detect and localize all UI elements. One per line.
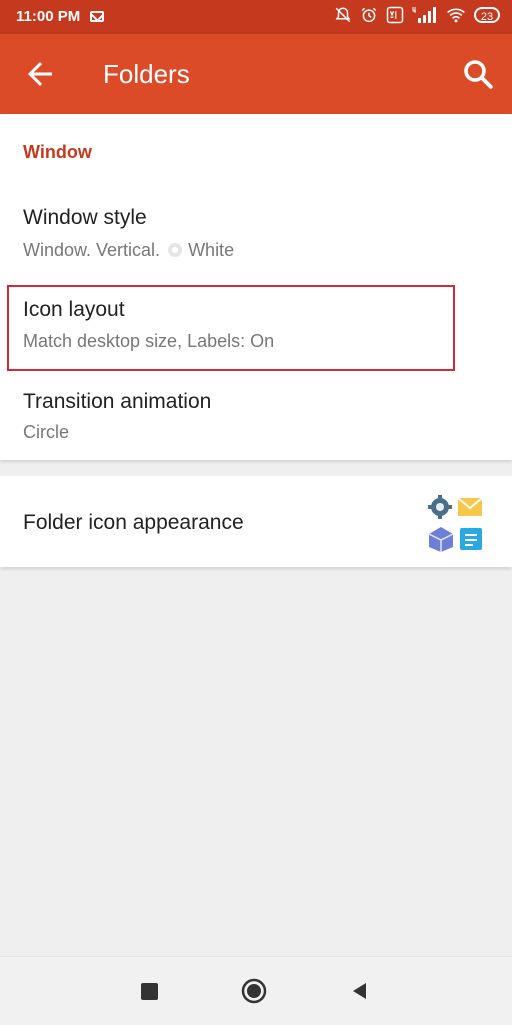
mail-icon [90, 11, 105, 22]
status-right: 23 [334, 6, 500, 24]
battery-icon: 23 [474, 7, 500, 23]
folder-preview-icon [428, 495, 483, 552]
pref-title: Icon layout [23, 298, 125, 321]
home-icon[interactable] [241, 978, 267, 1004]
window-settings-card: Window Window style Window. Vertical. Whi… [0, 114, 512, 460]
back-icon[interactable] [350, 981, 370, 1001]
search-icon[interactable] [460, 56, 496, 92]
pref-summary: Circle [23, 422, 70, 442]
pref-summary: Match desktop size, Labels: On [23, 331, 275, 351]
pref-transition-animation[interactable]: Transition animation Circle [0, 376, 512, 456]
volte-icon [386, 6, 404, 24]
box-app-icon [428, 527, 454, 552]
pref-title: Folder icon appearance [23, 511, 244, 534]
page-title: Folders [103, 59, 190, 89]
pref-icon-layout[interactable]: Icon layout Match desktop size, Labels: … [0, 286, 512, 372]
mail-app-icon [457, 497, 483, 516]
mute-icon [335, 7, 351, 23]
pref-title: Transition animation [23, 390, 212, 413]
settings-gear-icon [428, 495, 452, 519]
color-swatch-icon [168, 243, 183, 257]
system-nav-bar [0, 956, 512, 1025]
arrow-back-icon[interactable] [22, 56, 58, 92]
status-time: 11:00 PM [16, 8, 81, 25]
status-bar: 11:00 PM 23 [0, 0, 512, 34]
folder-icon-appearance-card[interactable]: Folder icon appearance [0, 476, 512, 567]
app-bar: Folders [0, 34, 512, 114]
pref-window-style[interactable]: Window style Window. Vertical. White [0, 190, 512, 270]
pref-title: Window style [23, 206, 147, 229]
alarm-icon [361, 7, 377, 23]
notes-app-icon [460, 528, 482, 550]
pref-summary-color: White [188, 240, 235, 260]
recents-icon[interactable] [141, 983, 158, 1000]
status-left: 11:00 PM [16, 8, 105, 25]
section-title-window: Window [23, 142, 92, 162]
pref-summary: Window. Vertical. White [23, 240, 234, 261]
signal-4g-icon [412, 7, 436, 23]
pref-summary-style: Window. Vertical. [23, 240, 161, 260]
battery-level: 23 [480, 11, 494, 23]
wifi-icon [447, 8, 465, 23]
